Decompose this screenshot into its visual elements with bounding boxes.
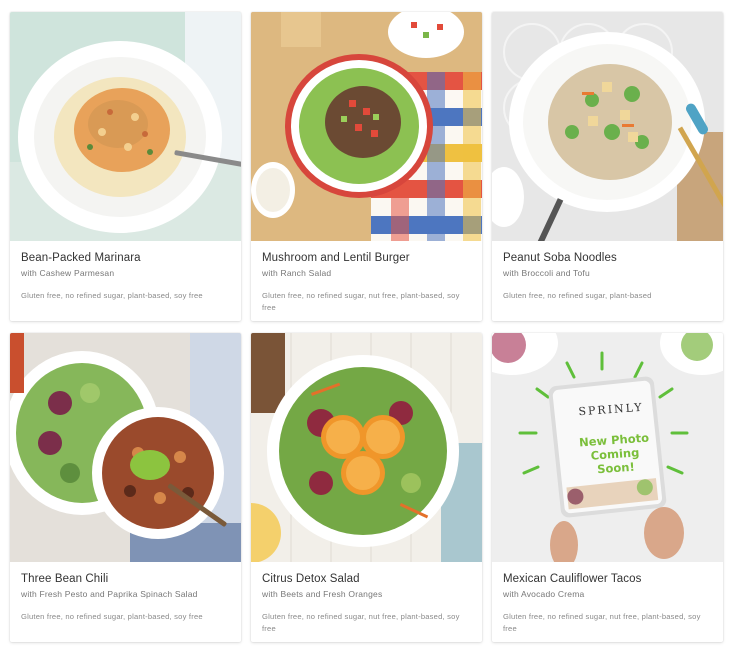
recipe-photo[interactable] <box>251 333 482 562</box>
recipe-subtitle: with Avocado Crema <box>503 589 585 599</box>
recipe-subtitle: with Beets and Fresh Oranges <box>262 589 383 599</box>
recipe-title[interactable]: Bean-Packed Marinara <box>21 251 230 265</box>
recipe-dietary-tags: Gluten free, no refined sugar, plant-bas… <box>503 291 652 300</box>
recipe-photo[interactable] <box>251 12 482 241</box>
recipe-subtitle: with Fresh Pesto and Paprika Spinach Sal… <box>21 589 198 599</box>
recipe-card-mushroom-lentil-burger[interactable]: Mushroom and Lentil Burger with Ranch Sa… <box>251 12 482 321</box>
recipe-grid: Bean-Packed Marinara with Cashew Parmesa… <box>10 12 724 642</box>
recipe-dietary-tags: Gluten free, no refined sugar, nut free,… <box>503 612 701 633</box>
recipe-photo[interactable] <box>492 12 723 241</box>
recipe-title[interactable]: Mexican Cauliflower Tacos <box>503 572 712 586</box>
recipe-photo-placeholder[interactable]: SPRINLY New Photo Coming Soon! <box>492 333 723 562</box>
recipe-title[interactable]: Mushroom and Lentil Burger <box>262 251 471 265</box>
recipe-card-bean-packed-marinara[interactable]: Bean-Packed Marinara with Cashew Parmesa… <box>10 12 241 321</box>
recipe-title[interactable]: Three Bean Chili <box>21 572 230 586</box>
recipe-dietary-tags: Gluten free, no refined sugar, nut free,… <box>262 612 460 633</box>
recipe-card-peanut-soba-noodles[interactable]: Peanut Soba Noodles with Broccoli and To… <box>492 12 723 321</box>
recipe-title[interactable]: Citrus Detox Salad <box>262 572 471 586</box>
recipe-dietary-tags: Gluten free, no refined sugar, nut free,… <box>262 291 460 312</box>
placeholder-coming-soon-text: New Photo Coming Soon! <box>578 430 650 477</box>
recipe-card-mexican-cauliflower-tacos[interactable]: SPRINLY New Photo Coming Soon! Mexican C… <box>492 333 723 642</box>
recipe-dietary-tags: Gluten free, no refined sugar, plant-bas… <box>21 291 203 300</box>
recipe-dietary-tags: Gluten free, no refined sugar, plant-bas… <box>21 612 203 621</box>
recipe-photo[interactable] <box>10 12 241 241</box>
recipe-subtitle: with Broccoli and Tofu <box>503 268 590 278</box>
recipe-subtitle: with Cashew Parmesan <box>21 268 115 278</box>
recipe-title[interactable]: Peanut Soba Noodles <box>503 251 712 265</box>
recipe-subtitle: with Ranch Salad <box>262 268 332 278</box>
recipe-card-citrus-detox-salad[interactable]: Citrus Detox Salad with Beets and Fresh … <box>251 333 482 642</box>
recipe-photo[interactable] <box>10 333 241 562</box>
recipe-card-three-bean-chili[interactable]: Three Bean Chili with Fresh Pesto and Pa… <box>10 333 241 642</box>
